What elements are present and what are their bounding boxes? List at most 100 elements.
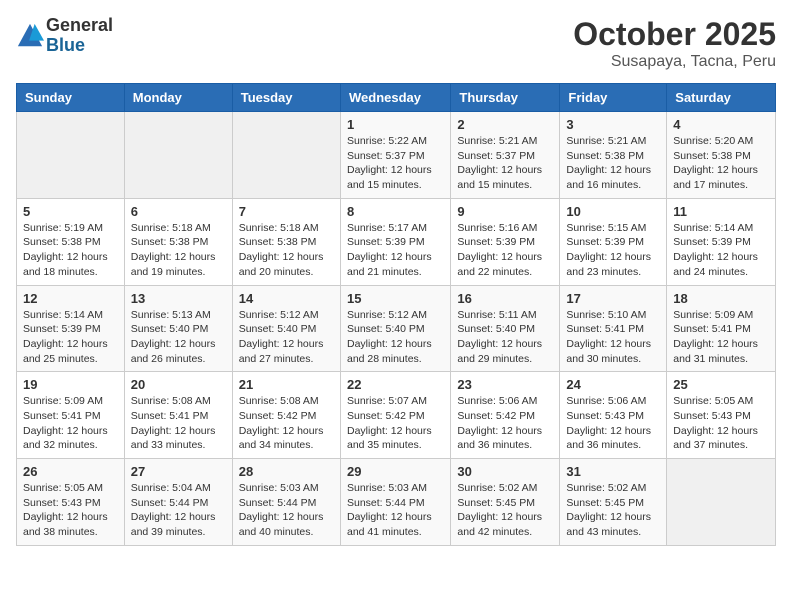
logo-icon — [16, 22, 44, 50]
calendar-week-3: 19 Sunrise: 5:09 AMSunset: 5:41 PMDayligh… — [17, 372, 776, 459]
day-number: 6 — [131, 204, 226, 219]
calendar-cell: 10 Sunrise: 5:15 AMSunset: 5:39 PMDayligh… — [560, 198, 667, 285]
day-info: Sunrise: 5:08 AMSunset: 5:41 PMDaylight:… — [131, 394, 226, 453]
day-info: Sunrise: 5:05 AMSunset: 5:43 PMDaylight:… — [23, 481, 118, 540]
day-info: Sunrise: 5:02 AMSunset: 5:45 PMDaylight:… — [566, 481, 660, 540]
header-tuesday: Tuesday — [232, 84, 340, 112]
calendar-cell: 17 Sunrise: 5:10 AMSunset: 5:41 PMDayligh… — [560, 285, 667, 372]
calendar-cell: 14 Sunrise: 5:12 AMSunset: 5:40 PMDayligh… — [232, 285, 340, 372]
day-number: 14 — [239, 291, 334, 306]
day-info: Sunrise: 5:06 AMSunset: 5:43 PMDaylight:… — [566, 394, 660, 453]
day-number: 15 — [347, 291, 444, 306]
calendar-cell: 26 Sunrise: 5:05 AMSunset: 5:43 PMDayligh… — [17, 459, 125, 546]
calendar-cell: 6 Sunrise: 5:18 AMSunset: 5:38 PMDaylight… — [124, 198, 232, 285]
calendar-week-2: 12 Sunrise: 5:14 AMSunset: 5:39 PMDayligh… — [17, 285, 776, 372]
day-number: 10 — [566, 204, 660, 219]
calendar-cell: 16 Sunrise: 5:11 AMSunset: 5:40 PMDayligh… — [451, 285, 560, 372]
calendar-cell: 23 Sunrise: 5:06 AMSunset: 5:42 PMDayligh… — [451, 372, 560, 459]
day-info: Sunrise: 5:09 AMSunset: 5:41 PMDaylight:… — [673, 308, 769, 367]
day-number: 23 — [457, 377, 553, 392]
day-info: Sunrise: 5:17 AMSunset: 5:39 PMDaylight:… — [347, 221, 444, 280]
header-row: Sunday Monday Tuesday Wednesday Thursday… — [17, 84, 776, 112]
day-info: Sunrise: 5:07 AMSunset: 5:42 PMDaylight:… — [347, 394, 444, 453]
day-number: 7 — [239, 204, 334, 219]
calendar-cell: 13 Sunrise: 5:13 AMSunset: 5:40 PMDayligh… — [124, 285, 232, 372]
day-info: Sunrise: 5:11 AMSunset: 5:40 PMDaylight:… — [457, 308, 553, 367]
calendar-week-0: 1Sunrise: 5:22 AMSunset: 5:37 PMDaylight… — [17, 112, 776, 199]
day-number: 22 — [347, 377, 444, 392]
calendar-cell: 22 Sunrise: 5:07 AMSunset: 5:42 PMDayligh… — [340, 372, 450, 459]
calendar-cell: 7 Sunrise: 5:18 AMSunset: 5:38 PMDaylight… — [232, 198, 340, 285]
calendar-header: Sunday Monday Tuesday Wednesday Thursday… — [17, 84, 776, 112]
day-info: Sunrise: 5:09 AMSunset: 5:41 PMDaylight:… — [23, 394, 118, 453]
calendar-cell: 24Sunrise: 5:06 AMSunset: 5:43 PMDayligh… — [560, 372, 667, 459]
calendar-cell: 4 Sunrise: 5:20 AMSunset: 5:38 PMDaylight… — [667, 112, 776, 199]
day-number: 30 — [457, 464, 553, 479]
calendar-cell: 12 Sunrise: 5:14 AMSunset: 5:39 PMDayligh… — [17, 285, 125, 372]
calendar-cell — [124, 112, 232, 199]
header-sunday: Sunday — [17, 84, 125, 112]
header-saturday: Saturday — [667, 84, 776, 112]
calendar-cell: 1Sunrise: 5:22 AMSunset: 5:37 PMDaylight… — [340, 112, 450, 199]
day-number: 20 — [131, 377, 226, 392]
calendar-cell: 3Sunrise: 5:21 AMSunset: 5:38 PMDaylight… — [560, 112, 667, 199]
day-number: 13 — [131, 291, 226, 306]
day-info: Sunrise: 5:12 AMSunset: 5:40 PMDaylight:… — [347, 308, 444, 367]
day-number: 11 — [673, 204, 769, 219]
day-number: 26 — [23, 464, 118, 479]
day-number: 19 — [23, 377, 118, 392]
logo-text: General Blue — [46, 16, 113, 56]
calendar-cell: 18Sunrise: 5:09 AMSunset: 5:41 PMDayligh… — [667, 285, 776, 372]
calendar-cell: 5 Sunrise: 5:19 AMSunset: 5:38 PMDaylight… — [17, 198, 125, 285]
day-info: Sunrise: 5:19 AMSunset: 5:38 PMDaylight:… — [23, 221, 118, 280]
day-info: Sunrise: 5:10 AMSunset: 5:41 PMDaylight:… — [566, 308, 660, 367]
calendar-cell: 20 Sunrise: 5:08 AMSunset: 5:41 PMDayligh… — [124, 372, 232, 459]
day-number: 27 — [131, 464, 226, 479]
day-info: Sunrise: 5:18 AMSunset: 5:38 PMDaylight:… — [131, 221, 226, 280]
calendar-cell — [667, 459, 776, 546]
page-header: General Blue October 2025 Susapaya, Tacn… — [16, 16, 776, 71]
title-block: October 2025 Susapaya, Tacna, Peru — [573, 16, 776, 71]
day-number: 12 — [23, 291, 118, 306]
day-info: Sunrise: 5:06 AMSunset: 5:42 PMDaylight:… — [457, 394, 553, 453]
day-info: Sunrise: 5:13 AMSunset: 5:40 PMDaylight:… — [131, 308, 226, 367]
day-number: 17 — [566, 291, 660, 306]
calendar-cell: 27 Sunrise: 5:04 AMSunset: 5:44 PMDayligh… — [124, 459, 232, 546]
day-info: Sunrise: 5:20 AMSunset: 5:38 PMDaylight:… — [673, 134, 769, 193]
calendar-cell: 31Sunrise: 5:02 AMSunset: 5:45 PMDayligh… — [560, 459, 667, 546]
header-thursday: Thursday — [451, 84, 560, 112]
calendar-cell — [232, 112, 340, 199]
day-info: Sunrise: 5:21 AMSunset: 5:37 PMDaylight:… — [457, 134, 553, 193]
calendar-cell: 30 Sunrise: 5:02 AMSunset: 5:45 PMDayligh… — [451, 459, 560, 546]
day-info: Sunrise: 5:04 AMSunset: 5:44 PMDaylight:… — [131, 481, 226, 540]
day-number: 4 — [673, 117, 769, 132]
day-info: Sunrise: 5:02 AMSunset: 5:45 PMDaylight:… — [457, 481, 553, 540]
day-info: Sunrise: 5:12 AMSunset: 5:40 PMDaylight:… — [239, 308, 334, 367]
day-number: 8 — [347, 204, 444, 219]
day-number: 16 — [457, 291, 553, 306]
day-info: Sunrise: 5:03 AMSunset: 5:44 PMDaylight:… — [347, 481, 444, 540]
day-info: Sunrise: 5:05 AMSunset: 5:43 PMDaylight:… — [673, 394, 769, 453]
calendar-cell: 2Sunrise: 5:21 AMSunset: 5:37 PMDaylight… — [451, 112, 560, 199]
logo: General Blue — [16, 16, 113, 56]
calendar-cell: 9Sunrise: 5:16 AMSunset: 5:39 PMDaylight… — [451, 198, 560, 285]
day-number: 29 — [347, 464, 444, 479]
calendar-cell: 19 Sunrise: 5:09 AMSunset: 5:41 PMDayligh… — [17, 372, 125, 459]
day-info: Sunrise: 5:18 AMSunset: 5:38 PMDaylight:… — [239, 221, 334, 280]
calendar-table: Sunday Monday Tuesday Wednesday Thursday… — [16, 83, 776, 546]
day-info: Sunrise: 5:08 AMSunset: 5:42 PMDaylight:… — [239, 394, 334, 453]
calendar-week-1: 5 Sunrise: 5:19 AMSunset: 5:38 PMDaylight… — [17, 198, 776, 285]
day-number: 28 — [239, 464, 334, 479]
day-info: Sunrise: 5:15 AMSunset: 5:39 PMDaylight:… — [566, 221, 660, 280]
day-number: 5 — [23, 204, 118, 219]
header-monday: Monday — [124, 84, 232, 112]
day-info: Sunrise: 5:16 AMSunset: 5:39 PMDaylight:… — [457, 221, 553, 280]
calendar-cell: 21 Sunrise: 5:08 AMSunset: 5:42 PMDayligh… — [232, 372, 340, 459]
day-number: 21 — [239, 377, 334, 392]
day-info: Sunrise: 5:21 AMSunset: 5:38 PMDaylight:… — [566, 134, 660, 193]
calendar-body: 1Sunrise: 5:22 AMSunset: 5:37 PMDaylight… — [17, 112, 776, 546]
header-friday: Friday — [560, 84, 667, 112]
day-info: Sunrise: 5:14 AMSunset: 5:39 PMDaylight:… — [23, 308, 118, 367]
calendar-week-4: 26 Sunrise: 5:05 AMSunset: 5:43 PMDayligh… — [17, 459, 776, 546]
location-subtitle: Susapaya, Tacna, Peru — [573, 53, 776, 71]
